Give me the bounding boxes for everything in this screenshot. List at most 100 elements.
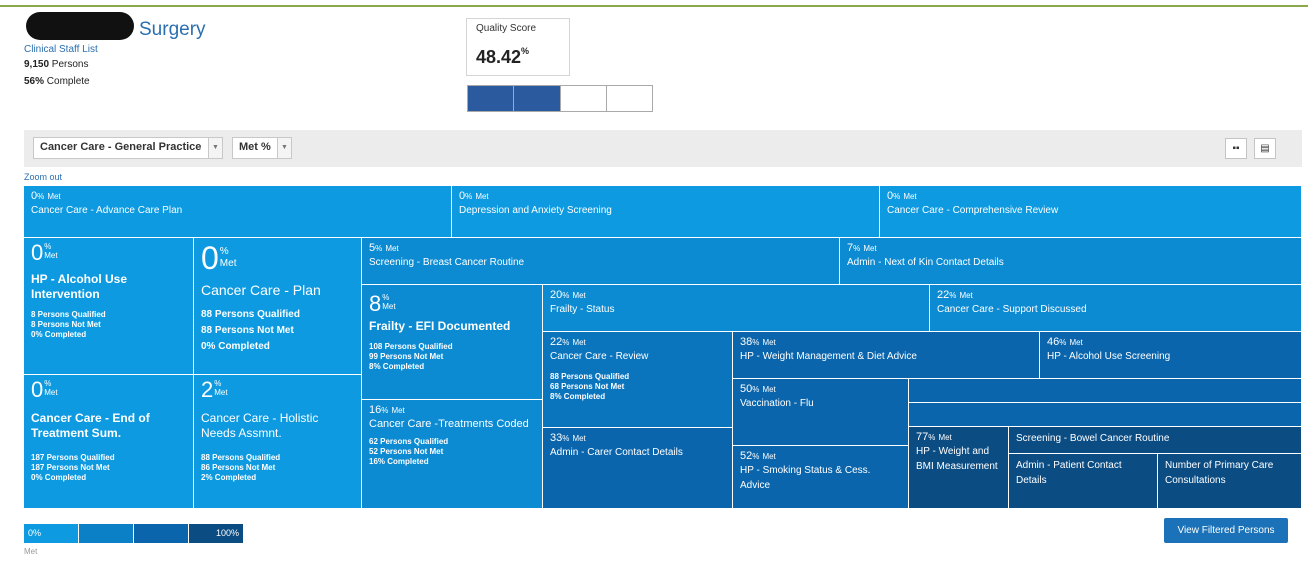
clinical-staff-list-link[interactable]: Clinical Staff List [24, 44, 98, 55]
tile-percent: 50 [740, 383, 753, 395]
tile-percent-sub: % Met [220, 246, 237, 270]
tile-met-line: 22% Met [550, 336, 725, 349]
tile-met-line: 46% Met [1047, 336, 1294, 349]
tile-patient-contact-details[interactable]: Admin - Patient Contact Details [1009, 454, 1158, 509]
tile-percent: 2 [201, 377, 214, 402]
tile-met-line: 8% Met [369, 293, 535, 315]
tile-percent: 33 [550, 432, 563, 444]
top-accent-line [0, 5, 1308, 7]
tile-stat-label: Completed [561, 392, 606, 401]
chevron-down-icon: ▼ [277, 138, 291, 158]
tile-frailty-efi-documented[interactable]: 8% Met Frailty - EFI Documented 108 Perso… [362, 285, 543, 400]
tile-unlabelled[interactable] [909, 379, 1302, 403]
tile-met-line: 22% Met [937, 289, 1294, 302]
tile-primary-care-consultations[interactable]: Number of Primary Care Consultations [1158, 454, 1302, 509]
legend-segment [79, 524, 133, 543]
list-view-button[interactable]: ▤ [1254, 138, 1276, 159]
tile-percent-sub: % Met [44, 242, 57, 260]
tile-stat-value: 108 [369, 342, 383, 351]
tile-stat-label: Persons Not Met [35, 320, 101, 329]
tile-met-label: Met [938, 433, 952, 442]
tile-met-label: Met [572, 291, 586, 300]
metric-dropdown[interactable]: Met % ▼ [232, 137, 292, 159]
tile-met-label: Met [959, 291, 973, 300]
tile-met-line: 38% Met [740, 336, 1032, 349]
tile-smoking-status-cessation-advice[interactable]: 52% Met HP - Smoking Status & Cess. Advi… [733, 446, 909, 509]
tile-stats: 8 Persons Qualified 8 Persons Not Met 0%… [31, 310, 186, 340]
tile-percent: 38 [740, 336, 753, 348]
tile-name: Cancer Care - Plan [201, 282, 321, 298]
legend-max: 100% [189, 524, 243, 543]
tile-weight-management-diet-advice[interactable]: 38% Met HP - Weight Management & Diet Ad… [733, 332, 1040, 379]
tile-met-label: Met [762, 452, 776, 461]
tile-stat-qualified: 62 Persons Qualified [369, 437, 535, 447]
tile-unlabelled[interactable] [909, 403, 1302, 427]
tile-comprehensive-review[interactable]: 0% Met Cancer Care - Comprehensive Revie… [880, 186, 1302, 238]
tile-stat-value: 68 [550, 382, 559, 391]
tile-percent-unit: % [44, 379, 52, 388]
tile-met-line: 0% Met [887, 190, 1294, 203]
grid-view-button[interactable]: ▪▪ [1225, 138, 1247, 159]
tile-met-line: 16% Met [369, 404, 535, 417]
tile-alcohol-use-intervention[interactable]: 0% Met HP - Alcohol Use Intervention 8 Pe… [24, 238, 194, 375]
tile-met-label: Met [475, 192, 489, 201]
tile-met-line: 0% Met [31, 242, 186, 264]
tile-cancer-care-review[interactable]: 22% Met Cancer Care - Review 88 Persons … [543, 332, 733, 428]
tile-support-discussed[interactable]: 22% Met Cancer Care - Support Discussed [930, 285, 1302, 332]
tile-stat-qualified: 8 Persons Qualified [31, 310, 186, 320]
tile-percent-unit: % [562, 291, 570, 300]
tile-name: Number of Primary Care Consultations [1165, 460, 1274, 486]
tile-stat-value: 52 [369, 447, 378, 456]
tile-vaccination-flu[interactable]: 50% Met Vaccination - Flu [733, 379, 909, 446]
tile-percent: 46 [1047, 336, 1060, 348]
legend-label: Met [24, 547, 38, 556]
tile-percent-unit: % [562, 338, 570, 347]
quality-score-bar-segment [606, 86, 652, 111]
tile-stat-completed: 2% Completed [201, 473, 354, 483]
tile-percent: 22 [550, 336, 563, 348]
chevron-down-icon: ▼ [208, 138, 222, 158]
tile-met-line: 0% Met [459, 190, 872, 203]
tile-holistic-needs-assessment[interactable]: 2% Met Cancer Care - Holistic Needs Assmn… [194, 375, 362, 509]
tile-percent: 0 [201, 240, 219, 276]
tile-stat-value: 88 [550, 372, 559, 381]
tile-stat-value: 187 [31, 463, 45, 472]
tile-met-label: Met [1069, 338, 1083, 347]
tile-percent-unit: % [37, 192, 45, 201]
tile-met-line: 20% Met [550, 289, 922, 302]
tile-percent: 22 [937, 289, 950, 301]
tile-cancer-care-plan[interactable]: 0% Met Cancer Care - Plan 88 Persons Qual… [194, 238, 362, 375]
tile-advance-care-plan[interactable]: 0% Met Cancer Care - Advance Care Plan [24, 186, 452, 238]
tile-treatments-coded[interactable]: 16% Met Cancer Care -Treatments Coded 62… [362, 400, 543, 509]
tile-carer-contact-details[interactable]: 33% Met Admin - Carer Contact Details [543, 428, 733, 509]
tile-stat-value: 16% [369, 457, 386, 466]
page-title: Surgery [139, 19, 206, 40]
quality-score-number: 48.42 [476, 47, 522, 67]
tile-met-label: Met [44, 251, 58, 260]
tile-percent-unit: % [381, 406, 389, 415]
tile-percent: 16 [369, 404, 382, 416]
tile-depression-anxiety-screening[interactable]: 0% Met Depression and Anxiety Screening [452, 186, 880, 238]
tile-stat-label: Persons Qualified [382, 342, 453, 351]
tile-breast-cancer-screening[interactable]: 5% Met Screening - Breast Cancer Routine [362, 238, 840, 285]
tile-weight-bmi-measurement[interactable]: 77% Met HP - Weight and BMI Measurement [909, 427, 1009, 509]
tile-percent-sub: % Met [382, 293, 395, 311]
tile-end-of-treatment-summary[interactable]: 0% Met Cancer Care - End of Treatment Sum… [24, 375, 194, 509]
tile-stats: 88 Persons Qualified 68 Persons Not Met … [550, 372, 725, 402]
tile-next-of-kin-contact[interactable]: 7% Met Admin - Next of Kin Contact Detai… [840, 238, 1302, 285]
quality-score-label: Quality Score [476, 23, 537, 34]
tile-met-line: 50% Met [740, 383, 901, 396]
tile-bowel-cancer-screening[interactable]: Screening - Bowel Cancer Routine [1009, 427, 1302, 454]
tile-name: Vaccination - Flu [740, 398, 814, 409]
metric-dropdown-value: Met % [239, 141, 271, 153]
tile-frailty-status[interactable]: 20% Met Frailty - Status [543, 285, 930, 332]
tile-stat-not-met: 52 Persons Not Met [369, 447, 535, 457]
view-filtered-persons-button[interactable]: View Filtered Persons [1164, 518, 1288, 543]
quality-score-card: Quality Score 48.42% [466, 18, 570, 76]
quality-score-bar-segment [468, 86, 515, 111]
tile-alcohol-use-screening[interactable]: 46% Met HP - Alcohol Use Screening [1040, 332, 1302, 379]
category-dropdown[interactable]: Cancer Care - General Practice ▼ [33, 137, 223, 159]
zoom-out-link[interactable]: Zoom out [24, 172, 62, 182]
tile-stats: 62 Persons Qualified 52 Persons Not Met … [369, 437, 535, 467]
tile-name: HP - Alcohol Use Screening [1047, 351, 1171, 362]
